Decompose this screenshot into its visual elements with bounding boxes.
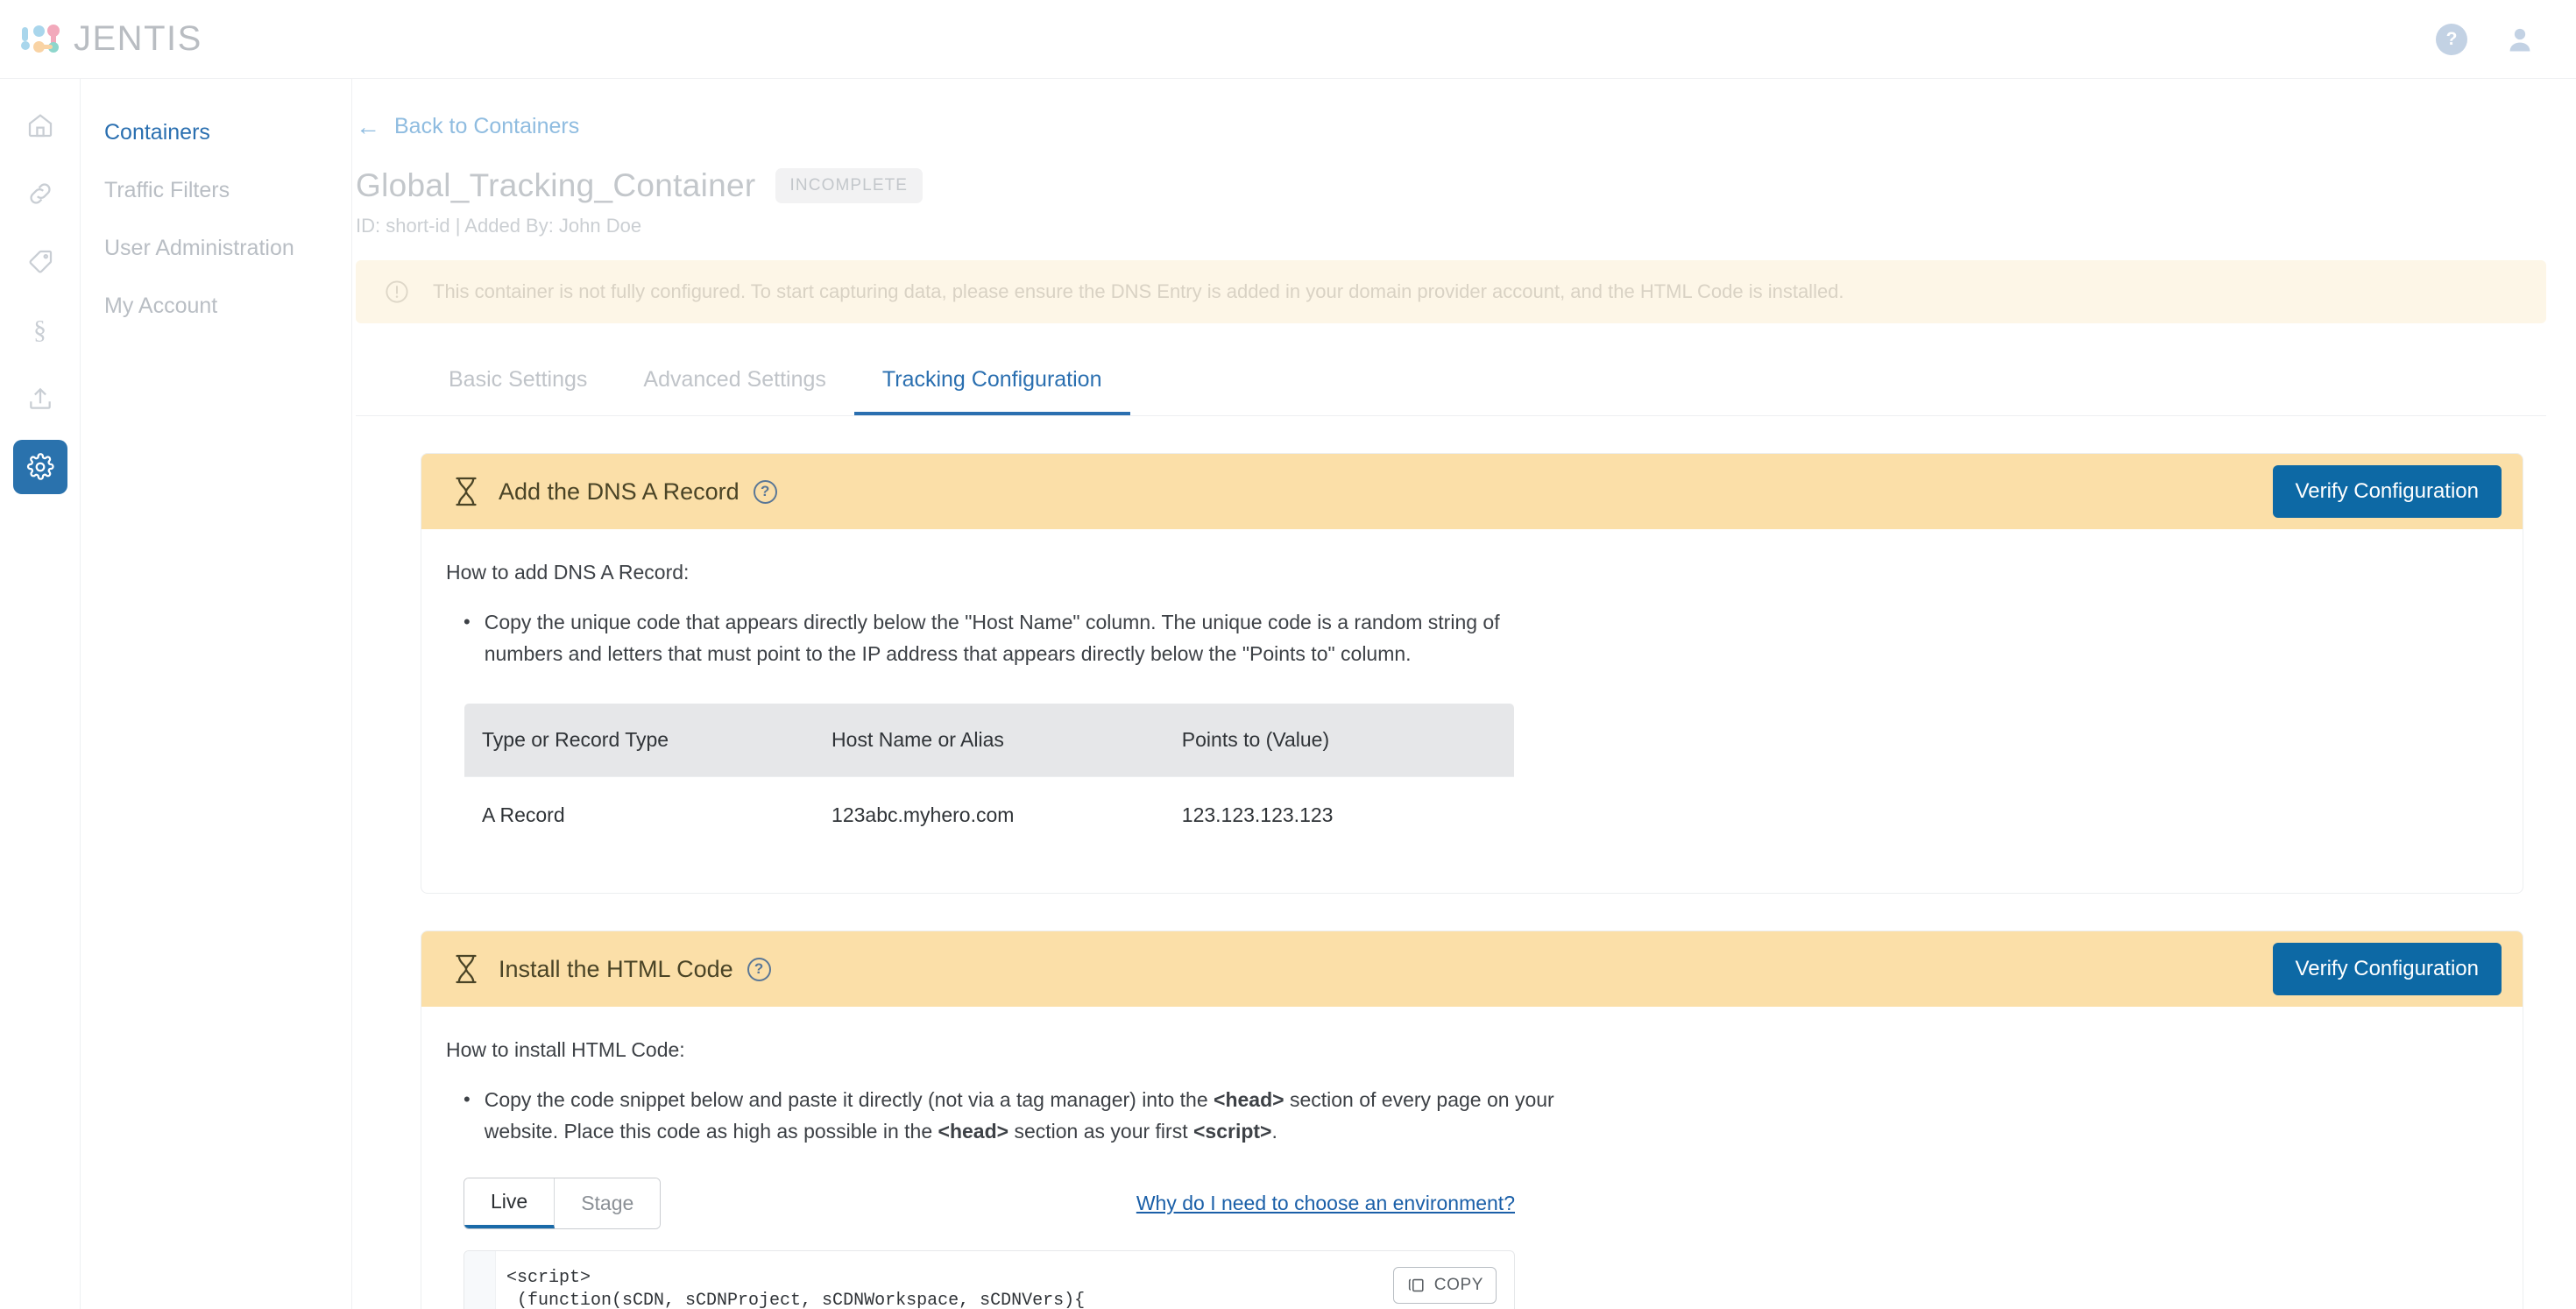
alert-info-icon (386, 280, 408, 303)
back-link-label: Back to Containers (394, 114, 580, 138)
dns-instruction-bullet: • Copy the unique code that appears dire… (446, 607, 2498, 669)
code-line: 1 <script> (464, 1267, 1514, 1290)
gear-icon (26, 453, 54, 480)
rail-item-legal[interactable]: § (13, 303, 67, 357)
instruction-bold-head-1: <head> (1214, 1088, 1284, 1112)
arrow-left-icon: ← (356, 112, 380, 140)
sidebar-item-containers[interactable]: Containers (81, 103, 351, 161)
icon-rail: § (0, 79, 81, 1309)
html-verify-configuration-button[interactable]: Verify Configuration (2272, 943, 2502, 996)
status-badge: INCOMPLETE (775, 168, 924, 203)
section-sign-icon: § (33, 315, 46, 344)
tab-tracking-configuration[interactable]: Tracking Configuration (853, 367, 1130, 415)
bullet-dot-icon: • (464, 1088, 471, 1111)
main-content: ← Back to Containers Global_Tracking_Con… (352, 79, 2576, 1309)
hourglass-icon (456, 477, 477, 506)
page-title-row: Global_Tracking_Container INCOMPLETE (356, 167, 2576, 204)
html-help-question-mark-icon[interactable]: ? (747, 957, 771, 981)
dns-table-body: A Record 123abc.myhero.com 123.123.123.1… (464, 776, 1514, 854)
page-title: Global_Tracking_Container (356, 167, 756, 203)
why-choose-environment-link[interactable]: Why do I need to choose an environment? (1136, 1192, 1515, 1215)
code-line: 2 (function(sCDN, sCDNProject, sCDNWorks… (464, 1290, 1514, 1309)
copy-button-label: COPY (1433, 1275, 1483, 1294)
bullet-dot-icon: • (464, 611, 471, 633)
instruction-bold-script: <script> (1192, 1119, 1272, 1143)
home-icon (28, 114, 52, 138)
upload-icon (29, 387, 51, 409)
environment-live-button[interactable]: Live (464, 1178, 556, 1228)
top-bar: JENTIS ? (0, 0, 2576, 79)
dns-help-question-mark-icon[interactable]: ? (753, 479, 777, 504)
jentis-node-logo-icon (21, 22, 61, 57)
tab-advanced-settings[interactable]: Advanced Settings (615, 367, 853, 415)
environment-toggle: Live Stage (464, 1177, 662, 1229)
rail-item-home[interactable] (13, 98, 67, 152)
alert-message: This container is not fully configured. … (433, 280, 1844, 302)
dns-record-table: Type or Record Type Host Name or Alias P… (464, 703, 1515, 855)
line-content: <script> (506, 1268, 591, 1289)
html-panel-header: Install the HTML Code ? Verify Configura… (421, 931, 2523, 1008)
instruction-bold-head-2: <head> (938, 1119, 1009, 1143)
dns-howto-heading: How to add DNS A Record: (446, 561, 690, 584)
instruction-segment-4: . (1271, 1119, 1277, 1143)
sidebar-nav: Containers Traffic Filters User Administ… (81, 79, 352, 1309)
code-lines: 1 <script> 2 (function(sCDN, sCDNProject… (464, 1251, 1514, 1309)
html-instruction-bullet: • Copy the code snippet below and paste … (446, 1085, 2498, 1147)
brand-logo[interactable]: JENTIS (21, 19, 202, 59)
configuration-warning-banner: This container is not fully configured. … (356, 260, 2546, 323)
tabs-divider (356, 415, 2546, 416)
dns-panel-body: How to add DNS A Record: • Copy the uniq… (421, 529, 2523, 893)
dns-panel-header: Add the DNS A Record ? Verify Configurat… (421, 454, 2523, 529)
dns-verify-configuration-button[interactable]: Verify Configuration (2272, 465, 2502, 518)
dns-panel-title: Add the DNS A Record (499, 478, 740, 505)
environment-row: Live Stage Why do I need to choose an en… (464, 1177, 1515, 1229)
html-panel-title: Install the HTML Code (499, 955, 733, 982)
dns-header-points-to: Points to (Value) (1181, 728, 1330, 752)
dns-cell-type: A Record (464, 776, 815, 854)
sidebar-item-my-account[interactable]: My Account (81, 277, 351, 335)
rail-item-settings[interactable] (12, 440, 67, 494)
user-avatar-icon[interactable] (2504, 24, 2536, 55)
html-instruction-text: Copy the code snippet below and paste it… (485, 1085, 1571, 1147)
dns-header-host: Host Name or Alias (832, 728, 1004, 752)
install-html-code-panel: Install the HTML Code ? Verify Configura… (421, 930, 2523, 1309)
dns-header-type: Type or Record Type (482, 728, 669, 752)
rail-item-tags[interactable] (13, 235, 67, 289)
sidebar-item-user-administration[interactable]: User Administration (81, 219, 351, 277)
instruction-segment-3: section as your first (1008, 1119, 1193, 1143)
dns-a-record-panel: Add the DNS A Record ? Verify Configurat… (421, 453, 2523, 895)
table-row: A Record 123abc.myhero.com 123.123.123.1… (464, 776, 1514, 854)
line-content: (function(sCDN, sCDNProject, sCDNWorkspa… (506, 1291, 1086, 1309)
dns-table-header-row: Type or Record Type Host Name or Alias P… (464, 704, 1514, 777)
settings-tabs: Basic Settings Advanced Settings Trackin… (421, 367, 2576, 415)
sidebar-item-traffic-filters[interactable]: Traffic Filters (81, 161, 351, 219)
help-circle-icon[interactable]: ? (2436, 23, 2467, 55)
tag-icon (29, 250, 52, 273)
rail-item-export[interactable] (13, 371, 67, 426)
code-gutter (464, 1250, 496, 1309)
dns-cell-points-to[interactable]: 123.123.123.123 (1164, 776, 1514, 854)
html-panel-body: How to install HTML Code: • Copy the cod… (421, 1007, 2523, 1309)
html-howto-heading: How to install HTML Code: (446, 1038, 685, 1062)
brand-name: JENTIS (74, 19, 202, 58)
rail-item-connections[interactable] (13, 166, 67, 221)
code-snippet-block: 1 <script> 2 (function(sCDN, sCDNProject… (464, 1249, 1515, 1309)
hourglass-icon (456, 955, 477, 984)
dns-instruction-text: Copy the unique code that appears direct… (484, 611, 1500, 665)
copy-icon (1408, 1278, 1424, 1291)
back-to-containers-link[interactable]: ← Back to Containers (356, 114, 2576, 139)
dns-table-head: Type or Record Type Host Name or Alias P… (464, 704, 1514, 777)
instruction-segment-1: Copy the code snippet below and paste it… (484, 1088, 1214, 1112)
copy-code-button[interactable]: COPY (1392, 1266, 1497, 1304)
environment-stage-button[interactable]: Stage (555, 1178, 661, 1228)
top-bar-actions: ? (2436, 23, 2536, 55)
link-icon (29, 183, 51, 204)
tab-basic-settings[interactable]: Basic Settings (421, 367, 615, 415)
page-subtitle: ID: short-id | Added By: John Doe (356, 215, 642, 237)
dns-cell-host[interactable]: 123abc.myhero.com (814, 776, 1164, 854)
